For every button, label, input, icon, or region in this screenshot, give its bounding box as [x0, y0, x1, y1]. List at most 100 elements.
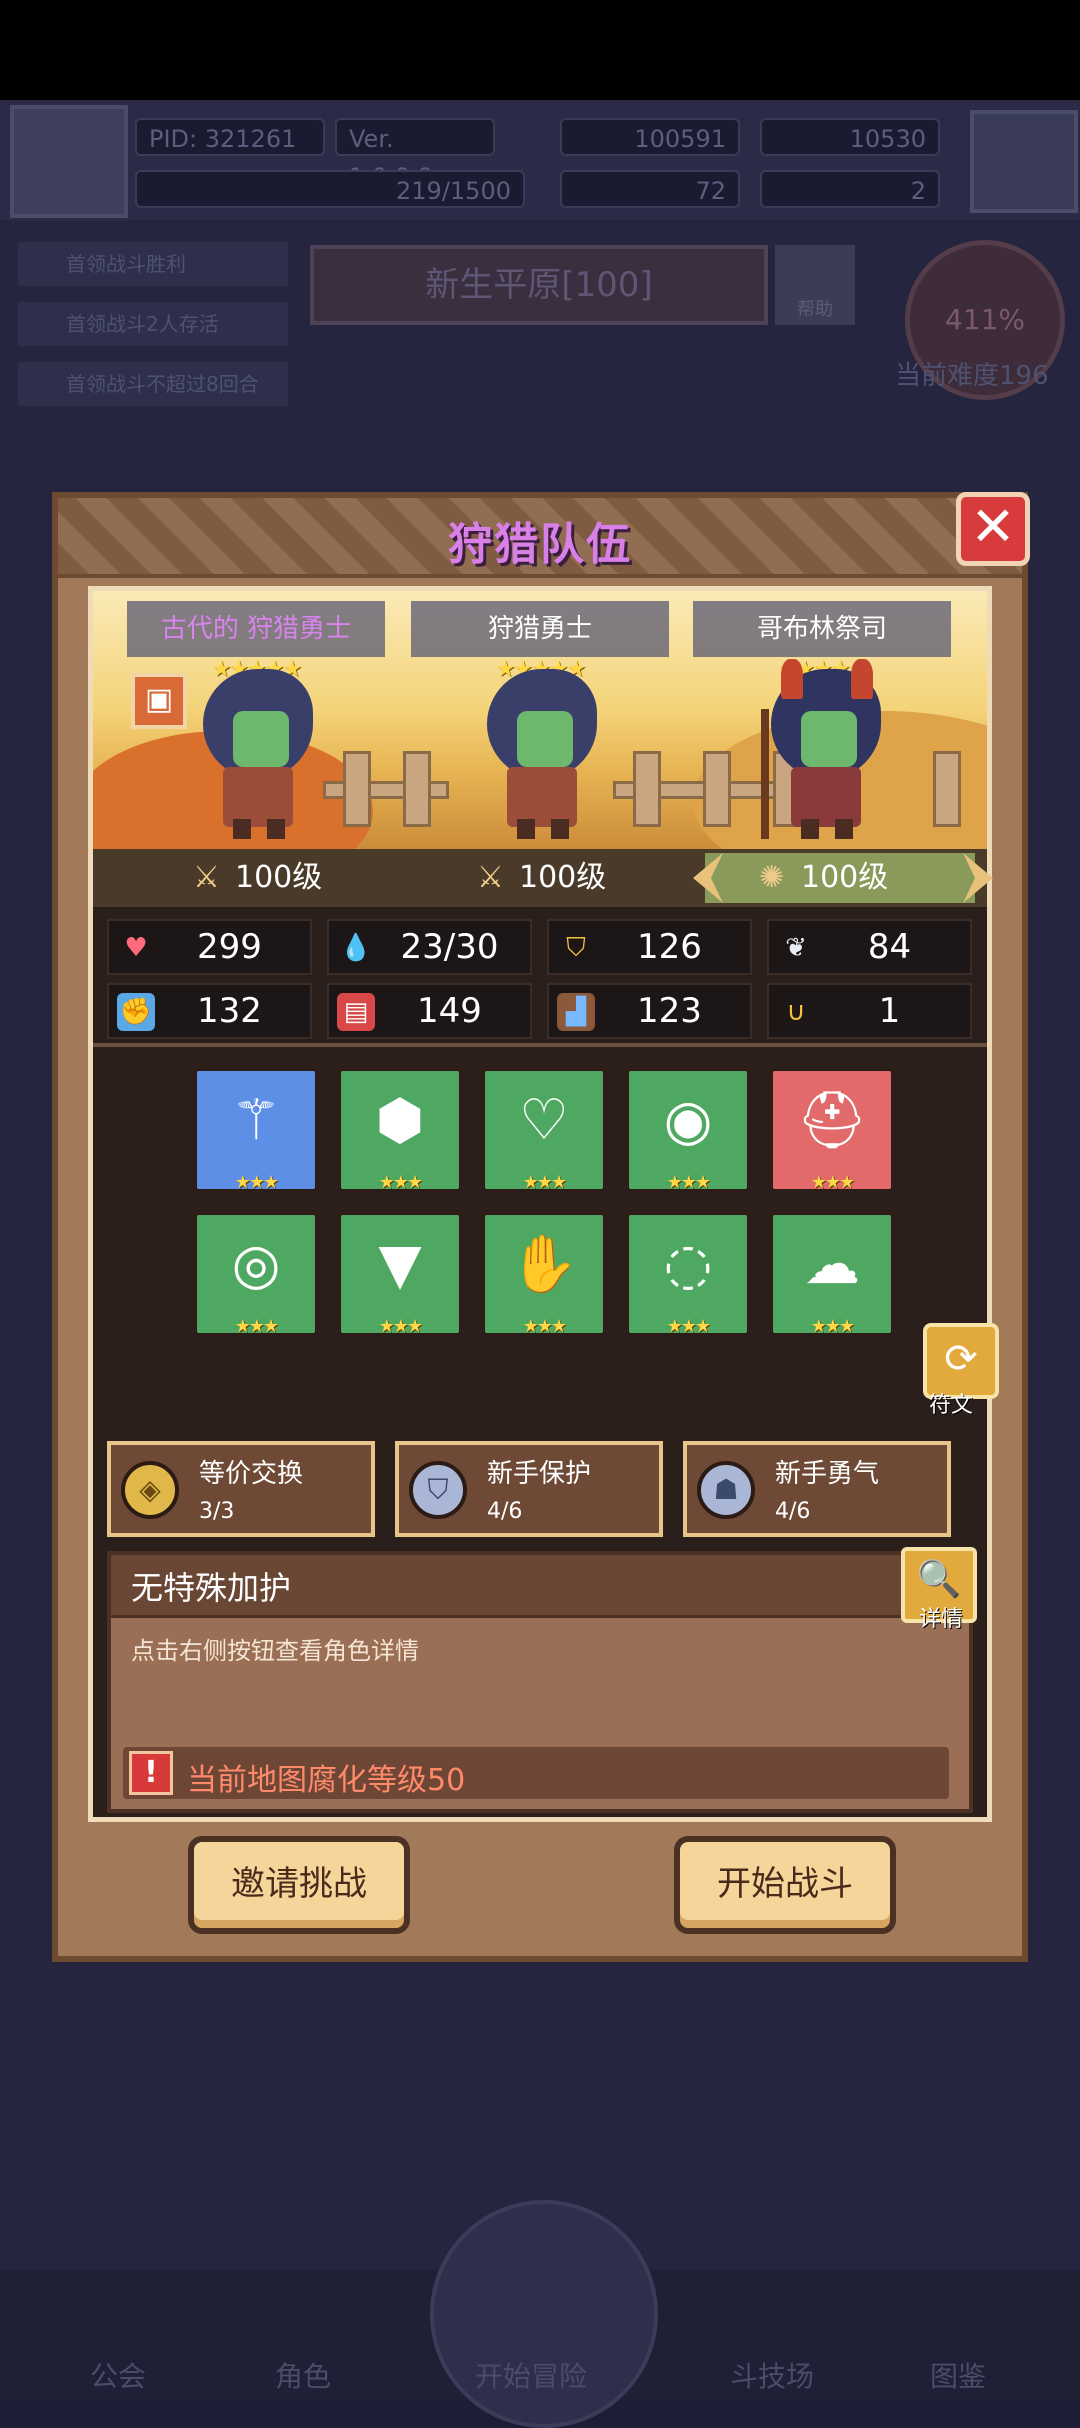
invite-challenge-button[interactable]: 邀请挑战 — [188, 1836, 410, 1934]
quest-item: 首领战斗胜利 — [18, 242, 288, 286]
equip-stars: ★★★ — [234, 1316, 279, 1337]
perk-count: 4/6 — [487, 1499, 523, 1524]
equip-armor[interactable]: ▼ ★★★ — [337, 1211, 463, 1337]
perk-card[interactable]: ☗ 新手勇气 4/6 — [683, 1441, 951, 1537]
nav-codex[interactable]: 图鉴 — [930, 2355, 986, 2395]
corruption-warning: ! 当前地图腐化等级50 — [123, 1747, 949, 1799]
difficulty-label: 当前难度196 — [895, 361, 1049, 391]
character-name: 狩猎勇士 — [411, 601, 669, 657]
equip-stars: ★★★ — [666, 1172, 711, 1193]
equip-bracelet[interactable]: ◎ ★★★ — [193, 1211, 319, 1337]
equip-glove[interactable]: ✋ ★★★ — [481, 1211, 607, 1337]
close-icon[interactable]: ✕ — [956, 492, 1030, 566]
sprite-body — [791, 767, 861, 827]
stage-banner[interactable]: 新生平原[100] — [310, 245, 768, 325]
character-sprite-ancient-hunter[interactable] — [193, 669, 323, 839]
round-shield-icon: ⬢ — [375, 1088, 425, 1153]
start-battle-button[interactable]: 开始战斗 — [674, 1836, 896, 1934]
stat-mana: 💧 23/30 — [327, 919, 532, 975]
equip-necklace[interactable]: ♡ ★★★ — [481, 1067, 607, 1193]
equip-boots[interactable]: ☁ ★★★ — [769, 1211, 895, 1337]
sprite-face — [233, 711, 289, 767]
helmet-badge-icon: ☗ — [697, 1461, 755, 1519]
sprite-leg — [517, 819, 535, 839]
character-level[interactable]: ⚔ 100级 — [477, 849, 606, 907]
equip-stars: ★★★ — [378, 1316, 423, 1337]
nav-arena[interactable]: 斗技场 — [730, 2355, 814, 2395]
rune-label: 符文 — [929, 1393, 974, 1418]
character-level[interactable]: ⚔ 100级 — [193, 849, 322, 907]
stat-value: 23/30 — [400, 927, 499, 967]
character-level[interactable]: ✺ 100级 — [759, 849, 888, 907]
version-label: Ver. 1.0.0.9 — [335, 118, 495, 191]
boots-icon: ☁ — [804, 1232, 860, 1297]
sprite-leg — [835, 819, 853, 839]
equip-stars: ★★★ — [810, 1172, 855, 1193]
gear-token-icon: ✺ — [759, 860, 785, 895]
stat-defense: ⛉ 126 — [547, 919, 752, 975]
equip-helmet[interactable]: ⛑ ★★★ — [769, 1067, 895, 1193]
currency-gem: 10530 — [760, 118, 940, 156]
perk-card[interactable]: ⛉ 新手保护 4/6 — [395, 1441, 663, 1537]
sword-icon: ⚔ — [193, 860, 220, 895]
help-button[interactable]: 帮助 — [775, 245, 855, 325]
quest-item: 首领战斗不超过8回合 — [18, 362, 288, 406]
equip-stars: ★★★ — [378, 1172, 423, 1193]
equip-stars: ★★★ — [522, 1316, 567, 1337]
perk-count: 4/6 — [775, 1499, 811, 1524]
stat-value: 123 — [637, 991, 702, 1031]
equip-medal[interactable]: ◉ ★★★ — [625, 1067, 751, 1193]
dialog-title: 狩猎队伍 — [448, 519, 632, 570]
fence-post — [703, 751, 731, 827]
necklace-icon: ♡ — [518, 1088, 570, 1153]
settings-gear-icon[interactable] — [970, 110, 1078, 213]
equip-shield[interactable]: ⬢ ★★★ — [337, 1067, 463, 1193]
sprite-face — [801, 711, 857, 767]
team-panel: 古代的 狩猎勇士 狩猎勇士 哥布林祭司 ★★★★★ ★★★★★ ★★★★★ ▣ — [88, 586, 999, 1822]
character-sprite-goblin-priest[interactable] — [761, 659, 891, 839]
level-text: 100级 — [801, 860, 889, 895]
blessing-header: 无特殊加护 — [111, 1555, 969, 1618]
perk-count: 3/3 — [199, 1499, 235, 1524]
stat-value: 126 — [637, 927, 702, 967]
perk-card[interactable]: ◈ 等价交换 3/3 — [107, 1441, 375, 1537]
character-name: 哥布林祭司 — [693, 601, 951, 657]
equip-stars: ★★★ — [234, 1172, 279, 1193]
character-sprite-hunter[interactable] — [477, 669, 607, 839]
glove-icon: ✋ — [509, 1232, 579, 1297]
stat-magic: ▤ 149 — [327, 983, 532, 1039]
equip-stars: ★★★ — [522, 1172, 567, 1193]
perk-name: 新手保护 — [487, 1459, 592, 1489]
detail-label: 详情 — [918, 1607, 963, 1632]
nav-guild[interactable]: 公会 — [90, 2355, 146, 2395]
coin-icon: ◈ — [121, 1461, 179, 1519]
equip-scepter[interactable]: ⚚ ★★★ — [193, 1067, 319, 1193]
stat-hp: ♥ 299 — [107, 919, 312, 975]
nav-character[interactable]: 角色 — [275, 2355, 331, 2395]
nav-adventure[interactable]: 开始冒险 — [475, 2355, 587, 2395]
fence-post — [403, 751, 431, 827]
sprite-horn — [851, 659, 873, 699]
scepter-icon: ⚚ — [230, 1088, 282, 1153]
equip-stars: ★★★ — [810, 1316, 855, 1337]
currency-gold: 100591 — [560, 118, 740, 156]
stat-value: 1 — [878, 991, 901, 1031]
bracelet-icon: ◎ — [231, 1232, 281, 1297]
level-text: 100级 — [235, 860, 323, 895]
stat-speed: ❦ 84 — [767, 919, 972, 975]
fence-post — [633, 751, 661, 827]
equip-belt[interactable]: ◌ ★★★ — [625, 1211, 751, 1337]
sprite-face — [517, 711, 573, 767]
skill-badge-icon[interactable]: ▣ — [131, 673, 187, 729]
blessing-panel: 无特殊加护 🔍 详情 点击右侧按钮查看角色详情 ! 当前地图腐化等级50 — [107, 1547, 977, 1813]
sword-icon: ⚔ — [477, 860, 504, 895]
shield-badge-icon: ⛉ — [409, 1461, 467, 1519]
hunting-team-dialog: 狩猎队伍 ✕ 古代的 狩猎勇士 狩猎勇士 哥布林祭司 ★★★★★ ★★★★★ ★… — [52, 492, 1030, 1962]
sprite-leg — [233, 819, 251, 839]
player-avatar[interactable] — [10, 105, 128, 218]
warning-text: 当前地图腐化等级50 — [187, 1763, 466, 1798]
equip-stars: ★★★ — [666, 1316, 711, 1337]
currency-key: 2 — [760, 170, 940, 208]
stat-agility: ▟ 123 — [547, 983, 752, 1039]
blessing-hint: 点击右侧按钮查看角色详情 — [131, 1637, 419, 1665]
